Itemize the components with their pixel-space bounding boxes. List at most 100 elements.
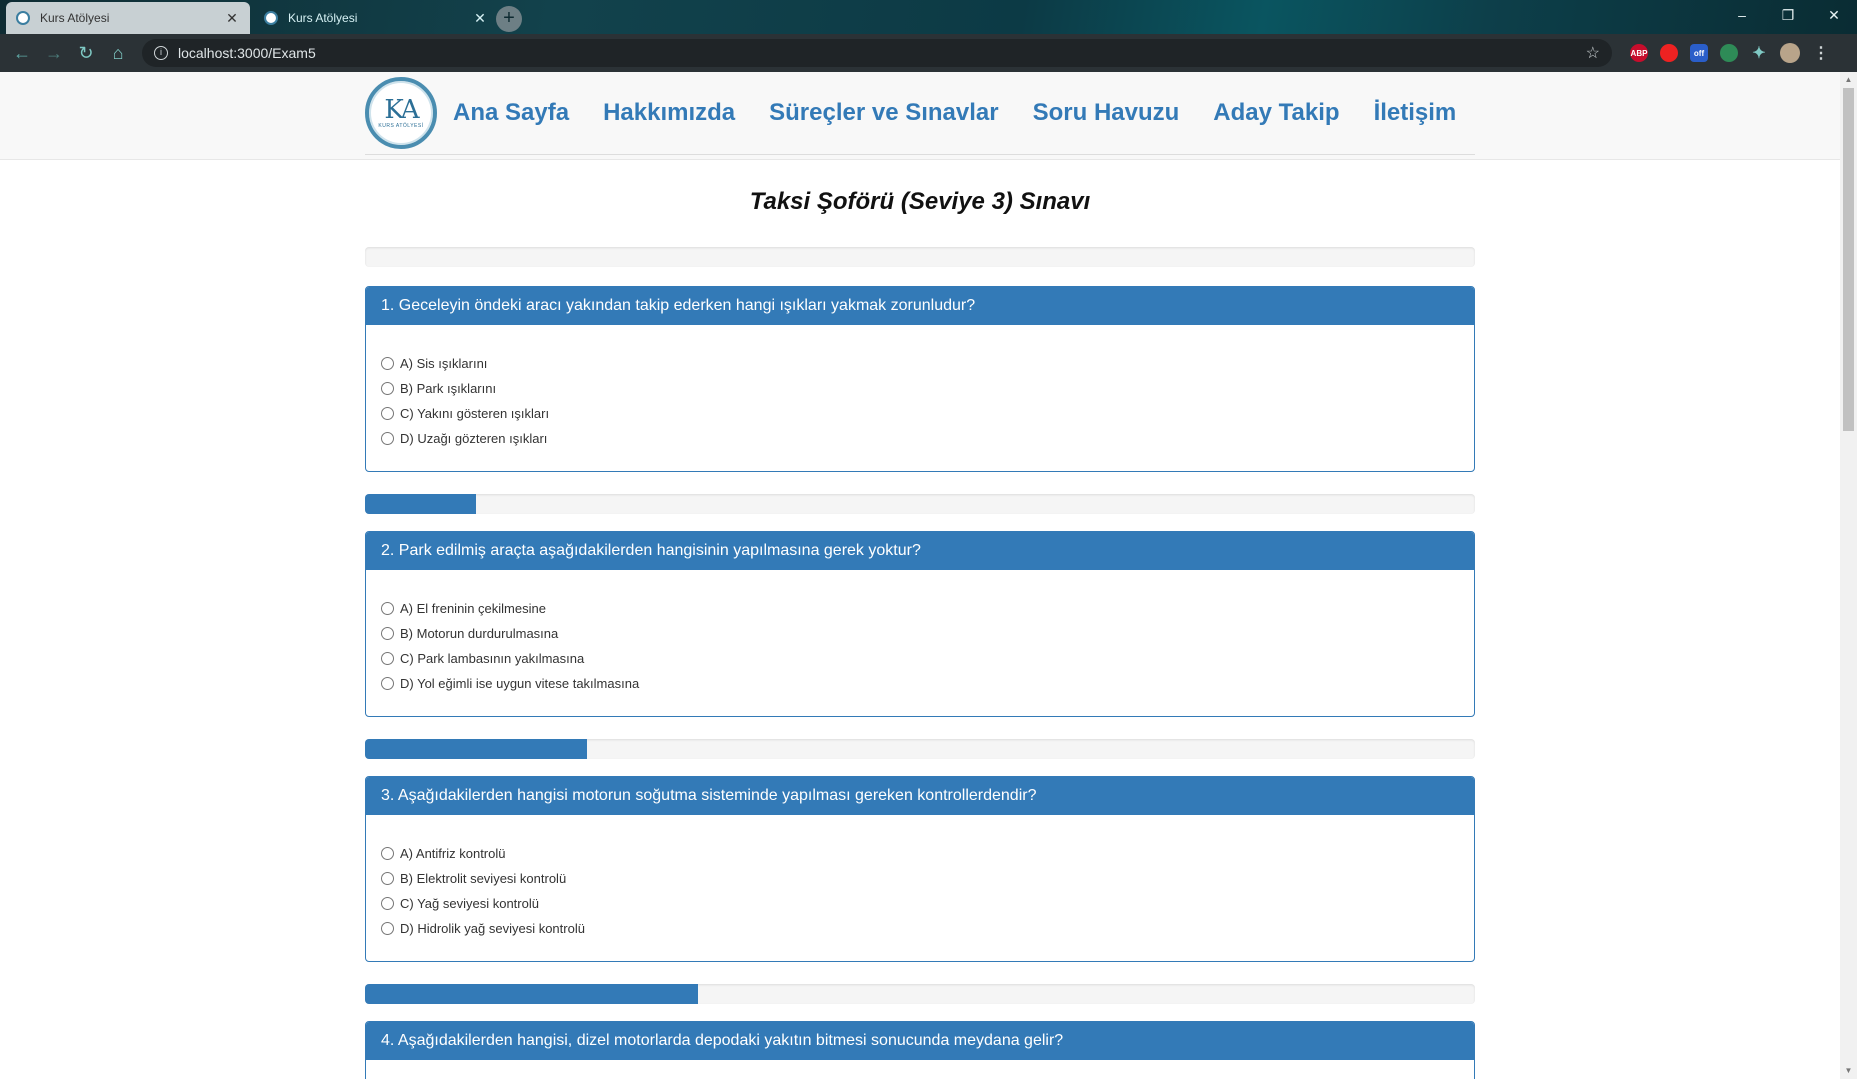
site-favicon-icon: [16, 11, 30, 25]
radio-button[interactable]: [381, 922, 394, 935]
question-text: 1. Geceleyin öndeki aracı yakından takip…: [366, 287, 1474, 325]
question-text: 2. Park edilmiş araçta aşağıdakilerden h…: [366, 532, 1474, 570]
address-bar[interactable]: i localhost:3000/Exam5 ☆: [142, 39, 1612, 67]
radio-button[interactable]: [381, 382, 394, 395]
radio-button[interactable]: [381, 897, 394, 910]
url-text[interactable]: localhost:3000/Exam5: [178, 45, 1586, 61]
radio-button[interactable]: [381, 407, 394, 420]
progress-bar: [365, 247, 1475, 267]
answer-option-c[interactable]: C) Yakını gösteren ışıkları: [381, 401, 1459, 426]
home-icon[interactable]: ⌂: [102, 37, 134, 69]
nav-link-ana-sayfa[interactable]: Ana Sayfa: [453, 99, 569, 127]
tab-close-icon[interactable]: ✕: [224, 10, 240, 27]
progress-fill: [365, 739, 587, 759]
nav-link-aday-takip[interactable]: Aday Takip: [1213, 99, 1339, 127]
restore-icon[interactable]: ❐: [1765, 0, 1811, 30]
answer-option-d[interactable]: D) Uzağı gözteren ışıkları: [381, 426, 1459, 451]
radio-button[interactable]: [381, 602, 394, 615]
option-label: C) Yağ seviyesi kontrolü: [400, 896, 539, 911]
question-text: 4. Aşağıdakilerden hangisi, dizel motorl…: [366, 1022, 1474, 1060]
tab-close-icon[interactable]: ✕: [472, 10, 488, 27]
adblock-extension-icon[interactable]: ABP: [1630, 44, 1648, 62]
question-panel-1: 1. Geceleyin öndeki aracı yakından takip…: [365, 286, 1475, 472]
option-label: D) Uzağı gözteren ışıkları: [400, 431, 548, 446]
nav-link-soru-havuzu[interactable]: Soru Havuzu: [1033, 99, 1180, 127]
site-header: KA KURS ATÖLYESİ Ana Sayfa Hakkımızda Sü…: [0, 72, 1840, 160]
nav-link-iletisim[interactable]: İletişim: [1374, 99, 1457, 127]
answer-option-a[interactable]: A) El freninin çekilmesine: [381, 596, 1459, 621]
radio-button[interactable]: [381, 357, 394, 370]
option-label: C) Yakını gösteren ışıkları: [400, 406, 550, 421]
question-options: A) Sis ışıklarını B) Park ışıklarını C) …: [366, 325, 1474, 471]
answer-option-b[interactable]: B) Motorun durdurulmasına: [381, 621, 1459, 646]
radio-button[interactable]: [381, 627, 394, 640]
bookmark-star-icon[interactable]: ☆: [1586, 43, 1600, 63]
answer-option-d[interactable]: D) Yol eğimli ise uygun vitese takılması…: [381, 671, 1459, 696]
nav-link-hakkimizda[interactable]: Hakkımızda: [603, 99, 735, 127]
profile-avatar[interactable]: [1780, 43, 1800, 63]
main-navbar: KA KURS ATÖLYESİ Ana Sayfa Hakkımızda Sü…: [365, 72, 1475, 155]
radio-button[interactable]: [381, 652, 394, 665]
scroll-down-icon[interactable]: ▼: [1840, 1063, 1857, 1079]
browser-tab-2[interactable]: Kurs Atölyesi ✕: [254, 2, 498, 34]
exam-title: Taksi Şoförü (Seviye 3) Sınavı: [749, 188, 1091, 215]
answer-option-c[interactable]: C) Park lambasının yakılmasına: [381, 646, 1459, 671]
leaf-extension-icon[interactable]: [1720, 44, 1738, 62]
radio-button[interactable]: [381, 432, 394, 445]
option-label: A) Antifriz kontrolü: [400, 846, 506, 861]
scroll-up-icon[interactable]: ▲: [1840, 72, 1857, 88]
question-panel-2: 2. Park edilmiş araçta aşağıdakilerden h…: [365, 531, 1475, 717]
browser-titlebar: Kurs Atölyesi ✕ Kurs Atölyesi ✕ + – ❐ ✕: [0, 0, 1857, 34]
answer-option-a[interactable]: A) Sis ışıklarını: [381, 351, 1459, 376]
site-logo[interactable]: KA KURS ATÖLYESİ: [365, 77, 437, 149]
option-label: A) El freninin çekilmesine: [400, 601, 546, 616]
tv-extension-icon[interactable]: off: [1690, 44, 1708, 62]
radio-button[interactable]: [381, 677, 394, 690]
option-label: D) Hidrolik yağ seviyesi kontrolü: [400, 921, 585, 936]
option-label: C) Park lambasının yakılmasına: [400, 651, 585, 666]
option-label: B) Elektrolit seviyesi kontrolü: [400, 871, 567, 886]
close-window-icon[interactable]: ✕: [1811, 0, 1857, 30]
option-label: D) Yol eğimli ise uygun vitese takılması…: [400, 676, 640, 691]
reload-icon[interactable]: ↻: [70, 37, 102, 69]
option-label: B) Motorun durdurulmasına: [400, 626, 559, 641]
site-favicon-icon: [264, 11, 278, 25]
answer-option-b[interactable]: B) Park ışıklarını: [381, 376, 1459, 401]
question-options: A) El freninin çekilmesine B) Motorun du…: [366, 570, 1474, 716]
progress-bar: [365, 494, 1475, 514]
radio-button[interactable]: [381, 847, 394, 860]
answer-option-b[interactable]: B) Elektrolit seviyesi kontrolü: [381, 866, 1459, 891]
window-controls: – ❐ ✕: [1719, 0, 1857, 30]
stop-extension-icon[interactable]: [1660, 44, 1678, 62]
question-options: A) Antifriz kontrolü B) Elektrolit seviy…: [366, 815, 1474, 961]
tab-title: Kurs Atölyesi: [40, 11, 110, 25]
page-scrollbar[interactable]: ▲ ▼: [1840, 72, 1857, 1079]
radio-button[interactable]: [381, 872, 394, 885]
logo-subtitle: KURS ATÖLYESİ: [378, 123, 424, 129]
scrollbar-thumb[interactable]: [1843, 88, 1854, 431]
logo-mark: KA: [384, 95, 419, 125]
progress-bar: [365, 739, 1475, 759]
puzzle-extensions-icon[interactable]: ✦: [1750, 44, 1768, 62]
option-label: B) Park ışıklarını: [400, 381, 497, 396]
progress-fill: [365, 984, 698, 1004]
nav-link-surecler[interactable]: Süreçler ve Sınavlar: [769, 99, 998, 127]
question-panel-4: 4. Aşağıdakilerden hangisi, dizel motorl…: [365, 1021, 1475, 1079]
browser-toolbar: ← → ↻ ⌂ i localhost:3000/Exam5 ☆ ABP off…: [0, 34, 1857, 72]
new-tab-button[interactable]: +: [496, 6, 522, 32]
answer-option-c[interactable]: C) Yağ seviyesi kontrolü: [381, 891, 1459, 916]
answer-option-d[interactable]: D) Hidrolik yağ seviyesi kontrolü: [381, 916, 1459, 941]
progress-bar: [365, 984, 1475, 1004]
kebab-menu-icon[interactable]: ⋮: [1812, 44, 1830, 62]
browser-tab-1[interactable]: Kurs Atölyesi ✕: [6, 2, 250, 34]
back-arrow-icon[interactable]: ←: [6, 37, 38, 69]
info-icon[interactable]: i: [154, 46, 168, 60]
forward-arrow-icon[interactable]: →: [38, 37, 70, 69]
question-panel-3: 3. Aşağıdakilerden hangisi motorun soğut…: [365, 776, 1475, 962]
progress-fill: [365, 494, 476, 514]
minimize-icon[interactable]: –: [1719, 0, 1765, 30]
answer-option-a[interactable]: A) Antifriz kontrolü: [381, 841, 1459, 866]
option-label: A) Sis ışıklarını: [400, 356, 488, 371]
extensions-area: ABP off ✦ ⋮: [1630, 43, 1830, 63]
tab-title: Kurs Atölyesi: [288, 11, 358, 25]
